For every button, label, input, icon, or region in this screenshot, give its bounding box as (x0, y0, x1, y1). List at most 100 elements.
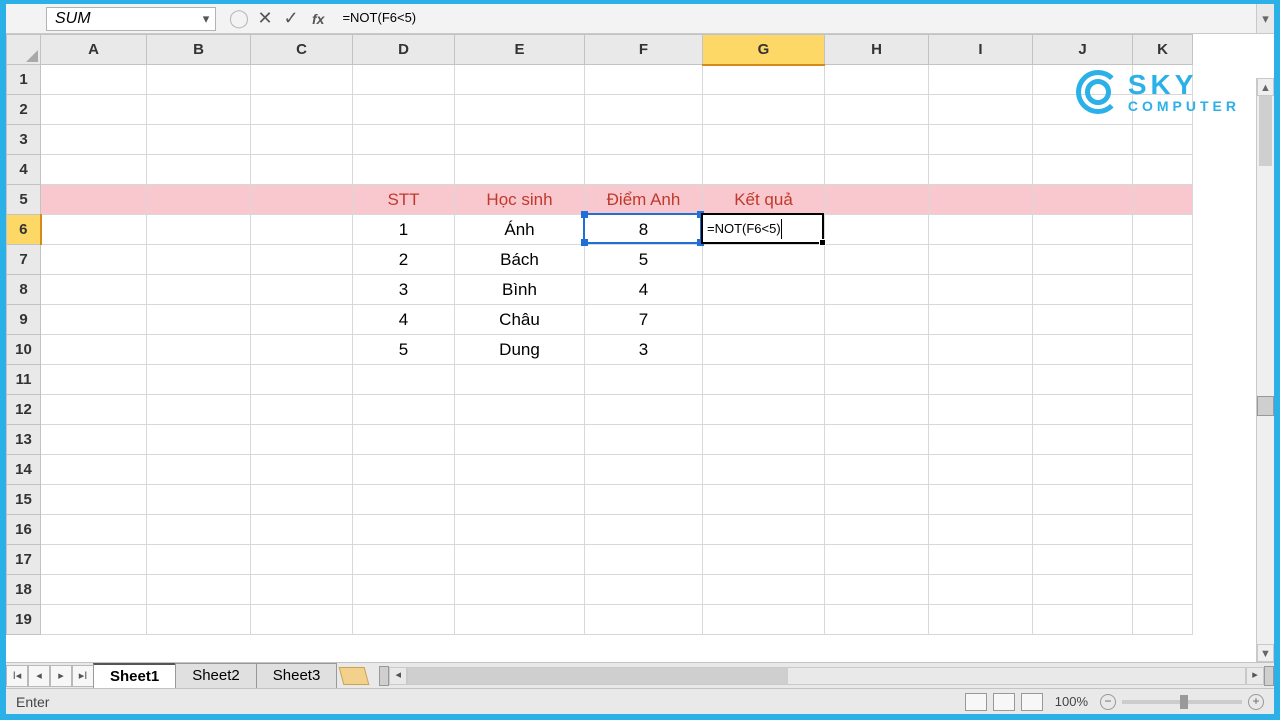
cell-D6[interactable]: 1 (353, 215, 455, 245)
cell-E2[interactable] (455, 95, 585, 125)
cell-F6[interactable]: 8 (585, 215, 703, 245)
cell-F19[interactable] (585, 605, 703, 635)
cell-C6[interactable] (251, 215, 353, 245)
cell-B12[interactable] (147, 395, 251, 425)
cell-K6[interactable] (1133, 215, 1193, 245)
cell-A1[interactable] (41, 65, 147, 95)
cell-A16[interactable] (41, 515, 147, 545)
cell-E4[interactable] (455, 155, 585, 185)
cell-D18[interactable] (353, 575, 455, 605)
cell-G19[interactable] (703, 605, 825, 635)
cell-I4[interactable] (929, 155, 1033, 185)
cell-J3[interactable] (1033, 125, 1133, 155)
cell-H14[interactable] (825, 455, 929, 485)
vscroll-thumb[interactable] (1259, 96, 1272, 166)
cell-A19[interactable] (41, 605, 147, 635)
cell-D10[interactable]: 5 (353, 335, 455, 365)
vertical-scrollbar[interactable]: ▲ ▼ (1256, 78, 1274, 662)
cell-J4[interactable] (1033, 155, 1133, 185)
cell-K3[interactable] (1133, 125, 1193, 155)
cell-D13[interactable] (353, 425, 455, 455)
cell-J17[interactable] (1033, 545, 1133, 575)
cell-F13[interactable] (585, 425, 703, 455)
cell-H17[interactable] (825, 545, 929, 575)
cell-B2[interactable] (147, 95, 251, 125)
cell-K9[interactable] (1133, 305, 1193, 335)
cell-B16[interactable] (147, 515, 251, 545)
cell-I3[interactable] (929, 125, 1033, 155)
cell-D4[interactable] (353, 155, 455, 185)
cell-C3[interactable] (251, 125, 353, 155)
cell-I10[interactable] (929, 335, 1033, 365)
cell-D17[interactable] (353, 545, 455, 575)
cell-I8[interactable] (929, 275, 1033, 305)
cell-E10[interactable]: Dung (455, 335, 585, 365)
cell-H4[interactable] (825, 155, 929, 185)
cell-H8[interactable] (825, 275, 929, 305)
cell-K15[interactable] (1133, 485, 1193, 515)
active-cell-editor[interactable]: =NOT(F6<5) (701, 213, 824, 244)
cell-J8[interactable] (1033, 275, 1133, 305)
cell-C7[interactable] (251, 245, 353, 275)
cell-C4[interactable] (251, 155, 353, 185)
cell-C14[interactable] (251, 455, 353, 485)
row-header-1[interactable]: 1 (7, 65, 41, 95)
row-header-17[interactable]: 17 (7, 545, 41, 575)
cell-G11[interactable] (703, 365, 825, 395)
cell-H9[interactable] (825, 305, 929, 335)
cell-E9[interactable]: Châu (455, 305, 585, 335)
cell-G12[interactable] (703, 395, 825, 425)
cell-G8[interactable] (703, 275, 825, 305)
cell-F11[interactable] (585, 365, 703, 395)
cell-K5[interactable] (1133, 185, 1193, 215)
cell-C15[interactable] (251, 485, 353, 515)
insert-function-button[interactable]: fx (312, 11, 324, 27)
cell-J12[interactable] (1033, 395, 1133, 425)
cell-G2[interactable] (703, 95, 825, 125)
cell-B11[interactable] (147, 365, 251, 395)
cell-A12[interactable] (41, 395, 147, 425)
cell-J1[interactable] (1033, 65, 1133, 95)
cell-F7[interactable]: 5 (585, 245, 703, 275)
cell-D3[interactable] (353, 125, 455, 155)
cell-G15[interactable] (703, 485, 825, 515)
zoom-slider[interactable] (1122, 700, 1242, 704)
cell-B7[interactable] (147, 245, 251, 275)
cell-H1[interactable] (825, 65, 929, 95)
cell-J13[interactable] (1033, 425, 1133, 455)
cell-A10[interactable] (41, 335, 147, 365)
row-header-15[interactable]: 15 (7, 485, 41, 515)
cell-D11[interactable] (353, 365, 455, 395)
cell-A7[interactable] (41, 245, 147, 275)
cell-I7[interactable] (929, 245, 1033, 275)
cell-C9[interactable] (251, 305, 353, 335)
hscroll-right-button[interactable]: ▸ (1246, 667, 1264, 685)
col-header-G[interactable]: G (703, 35, 825, 65)
cell-D5[interactable]: STT (353, 185, 455, 215)
cell-F17[interactable] (585, 545, 703, 575)
cell-C1[interactable] (251, 65, 353, 95)
fill-handle[interactable] (819, 239, 826, 246)
cell-C13[interactable] (251, 425, 353, 455)
cell-B14[interactable] (147, 455, 251, 485)
sheet-nav-prev[interactable]: ◂ (28, 665, 50, 687)
tab-split-handle[interactable] (379, 666, 389, 686)
scroll-down-button[interactable]: ▼ (1257, 644, 1274, 662)
cell-K7[interactable] (1133, 245, 1193, 275)
cell-F15[interactable] (585, 485, 703, 515)
sheet-tab-sheet3[interactable]: Sheet3 (256, 663, 338, 688)
cancel-formula-button[interactable]: ✕ (254, 8, 276, 30)
cell-A18[interactable] (41, 575, 147, 605)
sheet-nav-next[interactable]: ▸ (50, 665, 72, 687)
name-box-dropdown-icon[interactable]: ▾ (197, 9, 215, 29)
cell-G3[interactable] (703, 125, 825, 155)
spreadsheet-grid[interactable]: ABCDEFGHIJK12345STTHọc sinhĐiểm AnhKết q… (6, 34, 1274, 662)
cell-A11[interactable] (41, 365, 147, 395)
cell-B19[interactable] (147, 605, 251, 635)
cell-I11[interactable] (929, 365, 1033, 395)
cell-E1[interactable] (455, 65, 585, 95)
cell-E5[interactable]: Học sinh (455, 185, 585, 215)
cell-I9[interactable] (929, 305, 1033, 335)
cell-F9[interactable]: 7 (585, 305, 703, 335)
cell-G17[interactable] (703, 545, 825, 575)
